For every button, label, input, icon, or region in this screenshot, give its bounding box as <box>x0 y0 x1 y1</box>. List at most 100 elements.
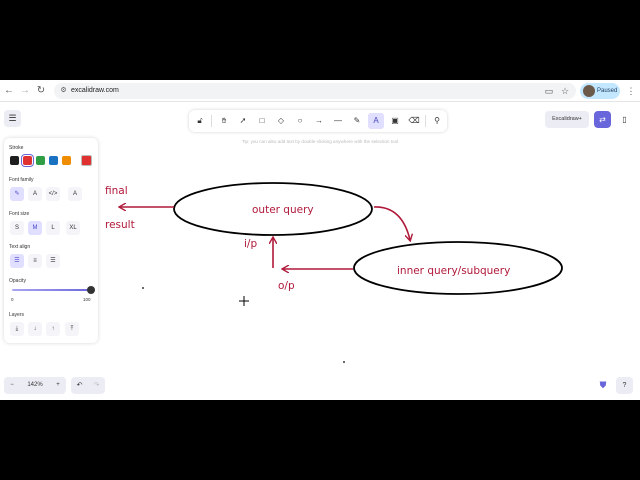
selection-tool-icon[interactable]: ➚ <box>235 113 251 129</box>
bring-to-front-button[interactable]: ⤒ <box>65 322 79 336</box>
stroke-swatch-blue[interactable] <box>49 156 58 165</box>
undo-redo-controls: ↶ ↷ <box>71 377 105 394</box>
ellipse-tool-icon[interactable]: ○ <box>292 113 308 129</box>
font-hand-drawn-button[interactable]: ✎ <box>10 187 24 201</box>
cast-icon[interactable]: ▭ <box>542 84 556 98</box>
eraser-tool-icon[interactable]: ⌫ <box>406 113 422 129</box>
undo-icon[interactable]: ↶ <box>71 377 88 394</box>
diamond-tool-icon[interactable]: ◇ <box>273 113 289 129</box>
arrow-tool-icon[interactable]: → <box>311 113 327 129</box>
align-left-icon: ☰ <box>14 258 20 264</box>
bring-forward-button[interactable]: ↑ <box>46 322 60 336</box>
send-to-back-icon: ⤓ <box>15 326 19 332</box>
main-menu-button[interactable]: ☰ <box>4 110 21 127</box>
url-text: excalidraw.com <box>71 87 119 94</box>
opacity-min: 0 <box>11 297 14 302</box>
help-button[interactable]: ? <box>616 377 633 394</box>
font-normal-icon: A <box>32 191 37 197</box>
stroke-swatch-black[interactable] <box>10 156 19 165</box>
share-icon: ⇄ <box>599 115 606 124</box>
zoom-out-button[interactable]: − <box>4 377 20 394</box>
font-size-xl[interactable]: XL <box>66 221 80 235</box>
font-size-label: Font size <box>9 211 30 217</box>
font-code-button[interactable]: </> <box>46 187 60 201</box>
font-normal-button[interactable]: A <box>28 187 42 201</box>
share-button[interactable]: ⇄ <box>594 111 611 128</box>
opacity-slider-thumb[interactable] <box>87 286 95 294</box>
back-icon[interactable]: ← <box>2 84 16 98</box>
outer-query-text[interactable]: outer query <box>252 204 314 216</box>
input-label[interactable]: i/p <box>244 238 257 250</box>
lock-tool-icon[interactable]: 🔓︎ <box>192 113 208 129</box>
bring-forward-icon: ↑ <box>51 326 55 332</box>
layers-label: Layers <box>9 312 25 318</box>
stroke-swatch-red[interactable] <box>21 154 34 167</box>
pencil-icon: ✎ <box>14 191 20 197</box>
toolbar-divider <box>211 115 212 127</box>
align-left-button[interactable]: ☰ <box>10 254 24 268</box>
screen: ← → ↻ ⚙ excalidraw.com ▭ ☆ Paused ⋮ oute… <box>0 0 640 480</box>
properties-panel: Stroke Font family ✎ A </> A Font size S… <box>4 138 98 343</box>
zoom-in-button[interactable]: + <box>50 377 66 394</box>
stray-dot <box>343 361 345 363</box>
text-tool-icon[interactable]: A <box>368 113 384 129</box>
send-backward-button[interactable]: ↓ <box>28 322 42 336</box>
font-family-label: Font family <box>9 177 34 183</box>
sidebar-toggle-button[interactable]: ▯ <box>616 111 633 128</box>
font-size-s[interactable]: S <box>10 221 24 235</box>
forward-icon[interactable]: → <box>18 84 32 98</box>
stroke-swatch-orange[interactable] <box>62 156 71 165</box>
hand-tool-icon[interactable]: ✋︎ <box>216 113 232 129</box>
address-bar[interactable]: ⚙ excalidraw.com <box>54 83 576 99</box>
bookmark-star-icon[interactable]: ☆ <box>558 84 572 98</box>
zoom-controls: − 142% + <box>4 377 66 394</box>
send-backward-icon: ↓ <box>33 326 37 332</box>
excalidraw-plus-button[interactable]: Excalidraw+ <box>545 111 589 128</box>
site-info-icon[interactable]: ⚙ <box>59 86 68 95</box>
drawing-canvas[interactable]: outer query inner query/subquery final r… <box>0 102 640 400</box>
final-text[interactable]: final <box>105 185 128 197</box>
kebab-menu-icon[interactable]: ⋮ <box>624 84 638 98</box>
send-to-back-button[interactable]: ⤓ <box>10 322 24 336</box>
tool-hint: Tip: you can also add text by double-cli… <box>241 139 399 144</box>
toolbar-divider <box>425 115 426 127</box>
profile-button[interactable]: Paused <box>580 83 620 99</box>
stroke-swatch-green[interactable] <box>36 156 45 165</box>
profile-status: Paused <box>597 88 618 94</box>
font-more-button[interactable]: A <box>68 187 82 201</box>
pencil-tool-icon[interactable]: ✎ <box>349 113 365 129</box>
bring-to-front-icon: ⤒ <box>70 326 74 332</box>
inner-query-text[interactable]: inner query/subquery <box>397 265 510 277</box>
zoom-level[interactable]: 142% <box>20 377 50 394</box>
output-label[interactable]: o/p <box>278 280 295 292</box>
font-size-m[interactable]: M <box>28 221 42 235</box>
shield-icon[interactable]: ⛊ <box>596 378 610 392</box>
redo-icon[interactable]: ↷ <box>88 377 105 394</box>
image-tool-icon[interactable]: ▣ <box>387 113 403 129</box>
opacity-label: Opacity <box>9 278 26 284</box>
avatar <box>583 85 595 97</box>
browser-window: ← → ↻ ⚙ excalidraw.com ▭ ☆ Paused ⋮ oute… <box>0 80 640 400</box>
opacity-max: 100 <box>83 297 91 302</box>
font-size-l[interactable]: L <box>46 221 60 235</box>
crosshair-cursor <box>239 296 249 306</box>
align-right-button[interactable]: ☰ <box>46 254 60 268</box>
stroke-label: Stroke <box>9 145 24 151</box>
shape-toolbar: 🔓︎ ✋︎ ➚ □ ◇ ○ → — ✎ A ▣ ⌫ ⚲ <box>189 110 447 132</box>
align-center-button[interactable]: ≡ <box>28 254 42 268</box>
more-tools-icon[interactable]: ⚲ <box>429 113 445 129</box>
text-align-label: Text align <box>9 244 31 250</box>
align-center-icon: ≡ <box>33 258 37 264</box>
reload-icon[interactable]: ↻ <box>34 84 48 98</box>
result-text[interactable]: result <box>105 219 135 231</box>
code-icon: </> <box>48 191 58 197</box>
align-right-icon: ☰ <box>50 258 56 264</box>
current-stroke-swatch[interactable] <box>81 155 92 166</box>
help-icon: ? <box>622 382 627 389</box>
rectangle-tool-icon[interactable]: □ <box>254 113 270 129</box>
font-more-icon: A <box>72 191 77 197</box>
line-tool-icon[interactable]: — <box>330 113 346 129</box>
sidebar-icon: ▯ <box>622 115 627 124</box>
opacity-slider-track[interactable] <box>12 289 94 291</box>
outer-to-inner-arrow[interactable] <box>373 206 410 240</box>
